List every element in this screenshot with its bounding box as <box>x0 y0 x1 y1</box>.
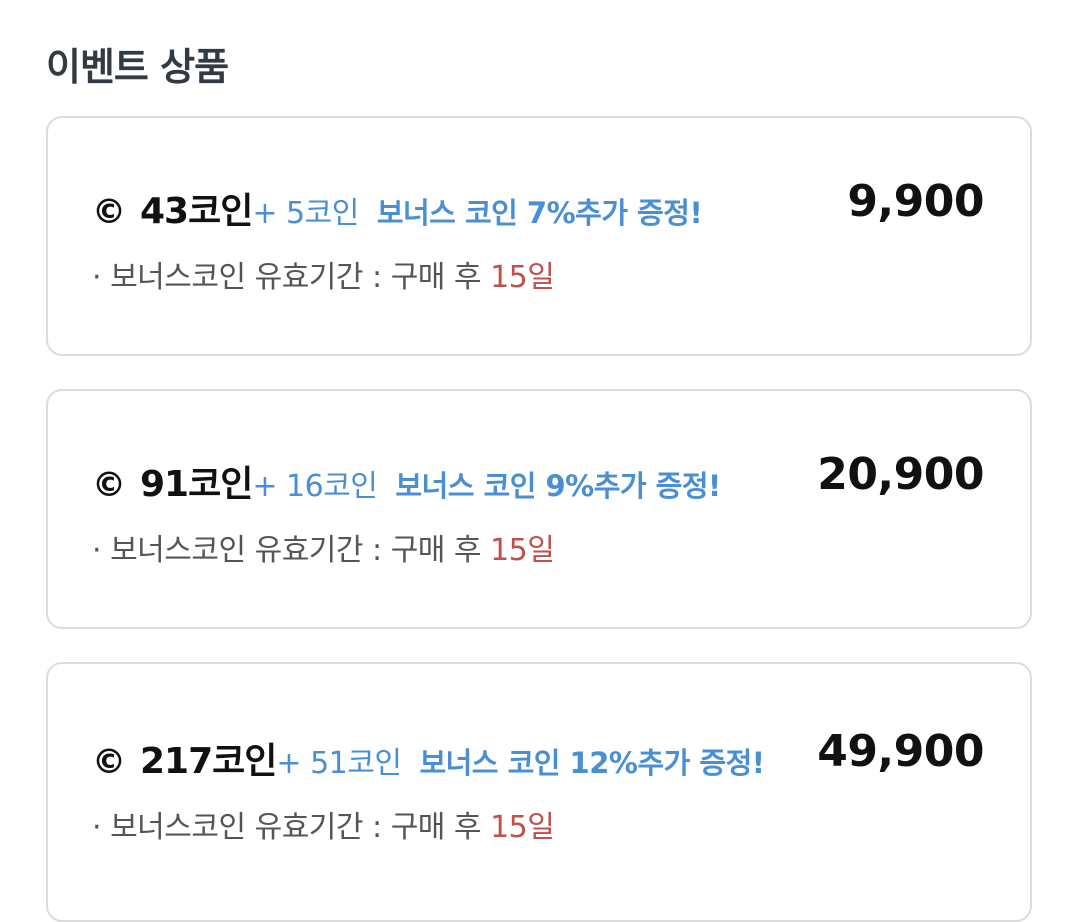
promo-text: 보너스 코인 12%추가 증정! <box>419 746 765 780</box>
validity-days: 15일 <box>490 533 555 568</box>
validity-label: · 보너스코인 유효기간 : 구매 후 <box>92 810 482 845</box>
coin-amount: 91코인 <box>140 464 253 505</box>
product-card-91-coins[interactable]: © 91코인 + 16코인 보너스 코인 9%추가 증정! 20,900 · 보… <box>46 389 1032 629</box>
coin-icon: © <box>92 192 126 232</box>
coin-amount: 217코인 <box>140 741 277 782</box>
validity-label: · 보너스코인 유효기간 : 구매 후 <box>92 260 482 295</box>
coin-icon: © <box>92 465 126 505</box>
product-main-line: © 91코인 + 16코인 보너스 코인 9%추가 증정! <box>92 455 721 507</box>
coin-amount: 43코인 <box>140 191 253 232</box>
bonus-coin-amount: + 51코인 <box>276 746 402 781</box>
coin-icon: © <box>92 742 126 782</box>
bonus-validity: · 보너스코인 유효기간 : 구매 후 15일 <box>92 802 555 846</box>
price: 9,900 <box>847 176 984 227</box>
bonus-validity: · 보너스코인 유효기간 : 구매 후 15일 <box>92 525 555 569</box>
product-main-line: © 43코인 + 5코인 보너스 코인 7%추가 증정! <box>92 182 703 234</box>
promo-text: 보너스 코인 7%추가 증정! <box>376 196 703 230</box>
validity-days: 15일 <box>490 810 555 845</box>
promo-text: 보너스 코인 9%추가 증정! <box>395 469 721 503</box>
price: 49,900 <box>817 726 984 777</box>
section-title: 이벤트 상품 <box>46 45 229 89</box>
product-card-217-coins[interactable]: © 217코인 + 51코인 보너스 코인 12%추가 증정! 49,900 ·… <box>46 662 1032 922</box>
validity-days: 15일 <box>490 260 555 295</box>
bonus-validity: · 보너스코인 유효기간 : 구매 후 15일 <box>92 252 555 296</box>
bonus-coin-amount: + 5코인 <box>252 196 359 231</box>
validity-label: · 보너스코인 유효기간 : 구매 후 <box>92 533 482 568</box>
product-main-line: © 217코인 + 51코인 보너스 코인 12%추가 증정! <box>92 732 765 784</box>
product-card-43-coins[interactable]: © 43코인 + 5코인 보너스 코인 7%추가 증정! 9,900 · 보너스… <box>46 116 1032 356</box>
bonus-coin-amount: + 16코인 <box>252 469 378 504</box>
price: 20,900 <box>817 449 984 500</box>
